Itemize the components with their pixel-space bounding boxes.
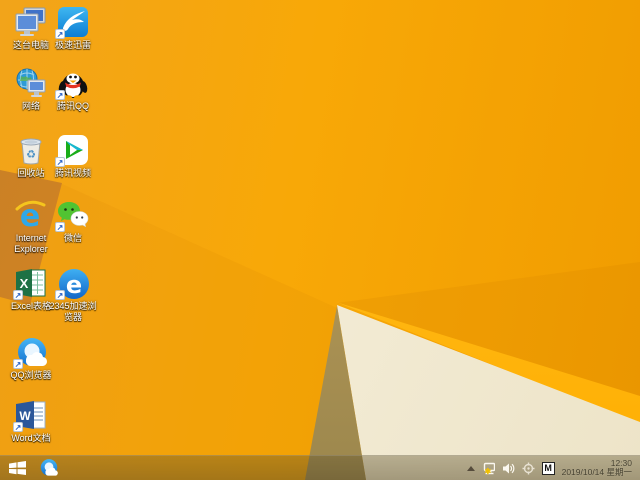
svg-text:e: e (66, 271, 82, 299)
icon-label: Word文档 (11, 433, 51, 443)
clock-date: 2019/10/14 星期一 (561, 467, 632, 477)
icon-label: 微信 (63, 233, 82, 243)
icon-label: 腾讯视频 (54, 168, 91, 178)
svg-text:♻: ♻ (26, 149, 36, 161)
2345-browser-icon: e ↗ (55, 267, 89, 300)
shortcut-arrow-icon: ↗ (13, 290, 23, 300)
shortcut-arrow-icon: ↗ (55, 157, 65, 167)
taskbar: ✱ M 12:30 2019/10/14 星期一 (0, 455, 640, 480)
desktop-icon-2345-browser[interactable]: e ↗ 2345加速浏览器 (43, 267, 103, 323)
chevron-up-icon (466, 465, 475, 471)
shortcut-arrow-icon: ↗ (55, 90, 65, 100)
shortcut-arrow-icon: ↗ (55, 222, 65, 232)
volume-icon[interactable] (502, 462, 515, 475)
desktop-icon-tencent-video[interactable]: ↗ 腾讯视频 (43, 134, 103, 179)
desktop-icon-thunder-speed[interactable]: ↗ 极速迅雷 (43, 6, 103, 51)
wechat-icon: ↗ (55, 199, 89, 232)
svg-text:X: X (20, 276, 29, 291)
svg-text:W: W (19, 409, 31, 423)
qq-penguin-icon: ↗ (55, 67, 89, 100)
qq-browser-taskbar-icon (40, 459, 58, 476)
word-icon: W ↗ (13, 399, 47, 432)
show-hidden-icons-button[interactable] (466, 465, 475, 471)
shortcut-arrow-icon: ↗ (13, 359, 23, 369)
desktop-icon-word[interactable]: W ↗ Word文档 (1, 399, 61, 444)
icon-label: 极速迅雷 (54, 40, 91, 50)
svg-text:✱: ✱ (484, 467, 491, 475)
icon-label: 腾讯QQ (56, 101, 89, 111)
network-status-icon[interactable]: ✱ (482, 462, 495, 475)
windows-logo-icon (8, 461, 26, 475)
desktop-icon-wechat[interactable]: ↗ 微信 (43, 199, 103, 244)
icon-label: 2345加速浏览器 (49, 301, 97, 322)
desktop: 这台电脑 网络 ♻ 回收站 e Internet Explorer X ↗ Ex… (0, 0, 640, 480)
thunder-bird-icon: ↗ (55, 6, 89, 39)
start-button[interactable] (0, 456, 34, 480)
tencent-video-icon: ↗ (55, 134, 89, 167)
system-tray: ✱ M 12:30 2019/10/14 星期一 (466, 458, 640, 478)
desktop-icon-qq-browser[interactable]: ↗ QQ浏览器 (1, 336, 61, 381)
ime-label: M (541, 461, 555, 475)
icon-label: QQ浏览器 (10, 370, 52, 380)
qq-browser-icon: ↗ (13, 336, 48, 369)
taskbar-clock[interactable]: 12:30 2019/10/14 星期一 (561, 458, 632, 478)
taskbar-qq-browser-button[interactable] (34, 456, 64, 480)
shortcut-arrow-icon: ↗ (55, 290, 65, 300)
ime-indicator[interactable]: M (541, 461, 555, 475)
shortcut-arrow-icon: ↗ (13, 422, 23, 432)
desktop-icon-tencent-qq[interactable]: ↗ 腾讯QQ (43, 67, 103, 112)
shortcut-arrow-icon: ↗ (55, 29, 65, 39)
safety-target-icon[interactable] (522, 462, 535, 475)
